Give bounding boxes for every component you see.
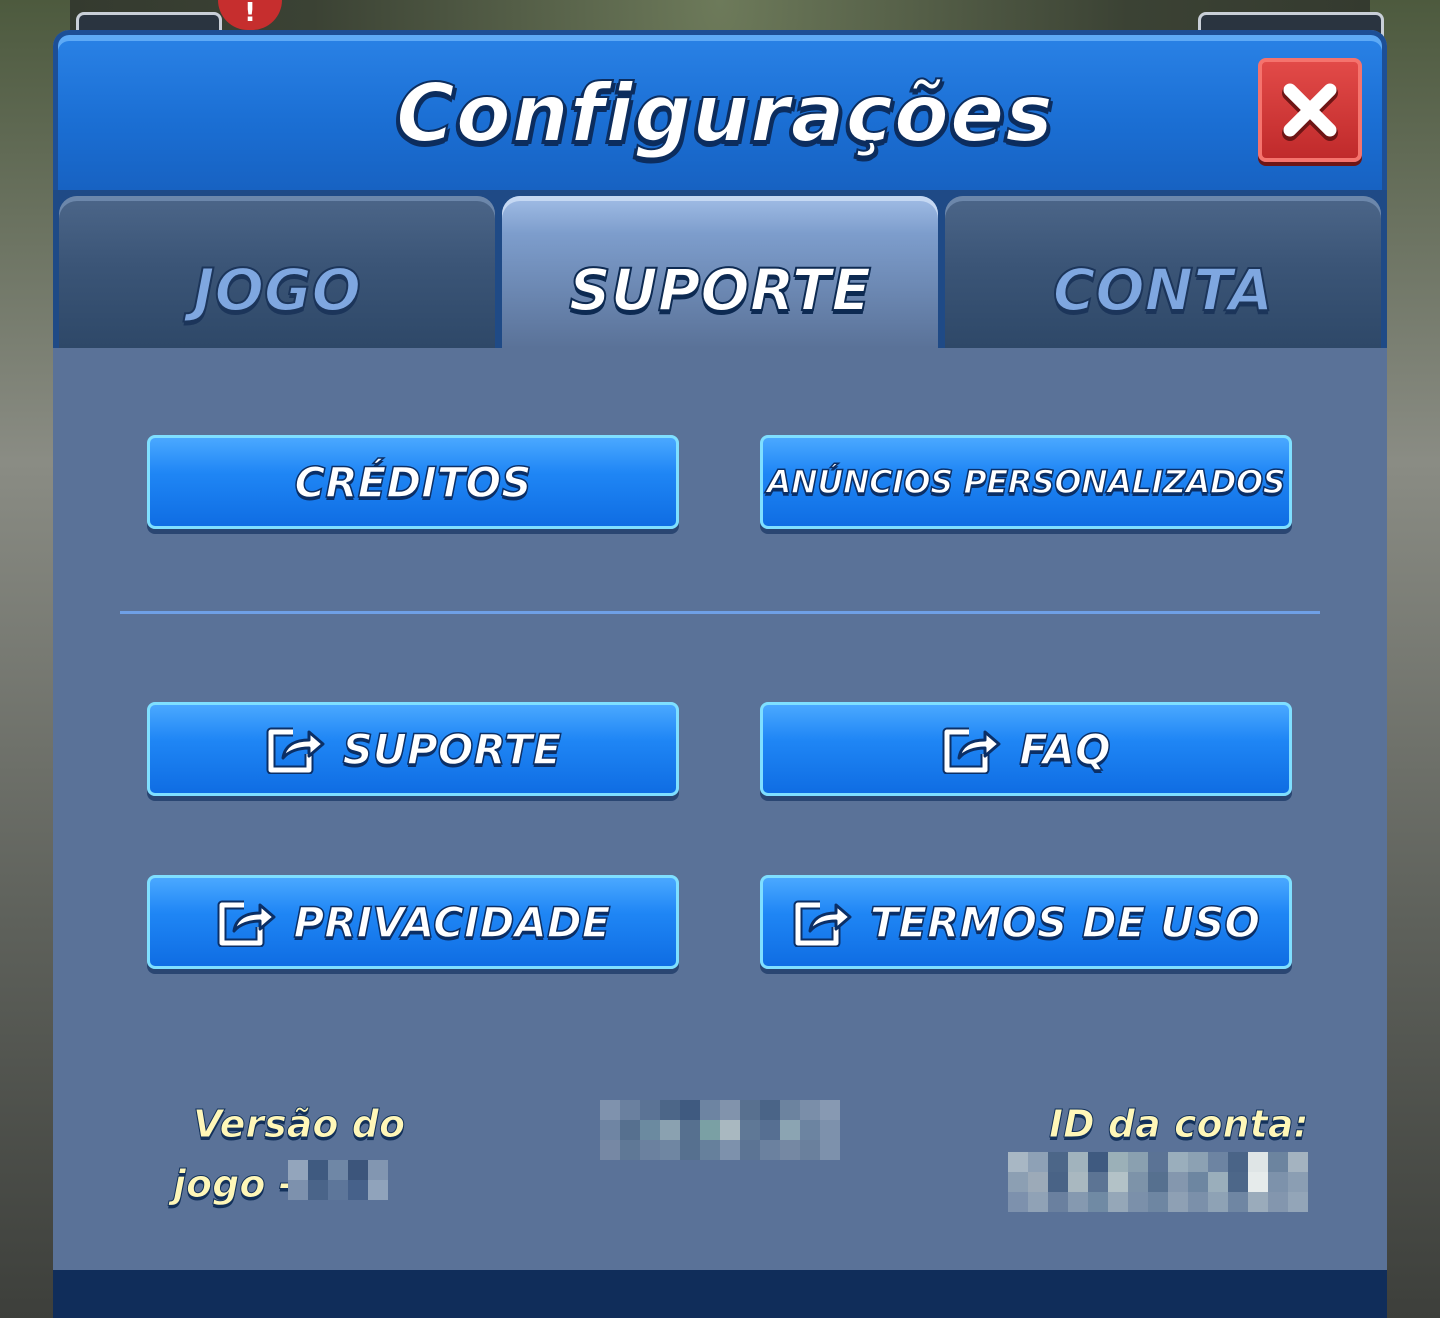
account-id-redacted	[1008, 1152, 1308, 1212]
terms-label: TERMOS DE USO	[869, 897, 1261, 948]
tab-label: JOGO	[192, 255, 362, 325]
faq-button[interactable]: FAQ	[760, 702, 1292, 796]
support-button[interactable]: SUPORTE	[147, 702, 679, 796]
privacy-button[interactable]: PRIVACIDADE	[147, 875, 679, 969]
account-id-label: ID da conta:	[1049, 1102, 1310, 1147]
support-label: SUPORTE	[342, 724, 562, 775]
close-button[interactable]	[1258, 58, 1362, 162]
external-link-icon	[942, 727, 1001, 774]
privacy-label: PRIVACIDADE	[293, 897, 612, 948]
dialog-title: Configurações	[395, 66, 1054, 161]
credits-button[interactable]: CRÉDITOS	[147, 435, 679, 529]
tab-suporte[interactable]: SUPORTE	[502, 196, 938, 348]
dialog-bottom-bar	[53, 1270, 1387, 1318]
tab-bar: JOGO SUPORTE CONTA	[53, 190, 1387, 348]
close-x-icon	[1282, 83, 1338, 141]
credits-label: CRÉDITOS	[294, 457, 532, 508]
tab-conta[interactable]: CONTA	[945, 196, 1381, 348]
terms-button[interactable]: TERMOS DE USO	[760, 875, 1292, 969]
dialog-header: Configurações	[53, 30, 1387, 190]
personalized-ads-button[interactable]: ANÚNCIOS PERSONALIZADOS	[760, 435, 1292, 529]
tab-label: CONTA	[1052, 255, 1274, 325]
faq-label: FAQ	[1019, 724, 1112, 775]
settings-dialog: Configurações JOGO SUPORTE CONTA CRÉDITO…	[53, 30, 1387, 1318]
external-link-icon	[793, 900, 852, 947]
personalized-ads-label: ANÚNCIOS PERSONALIZADOS	[766, 462, 1286, 502]
version-label-line1: Versão do	[192, 1102, 406, 1147]
version-value-redacted	[288, 1160, 388, 1200]
alert-icon: !	[218, 0, 282, 30]
version-label-line2: jogo -	[172, 1162, 295, 1207]
external-link-icon	[266, 727, 325, 774]
divider	[120, 611, 1320, 614]
external-link-icon	[217, 900, 275, 947]
blurred-info-redacted	[600, 1100, 840, 1160]
tab-label: SUPORTE	[568, 255, 872, 325]
tab-jogo[interactable]: JOGO	[59, 196, 495, 348]
